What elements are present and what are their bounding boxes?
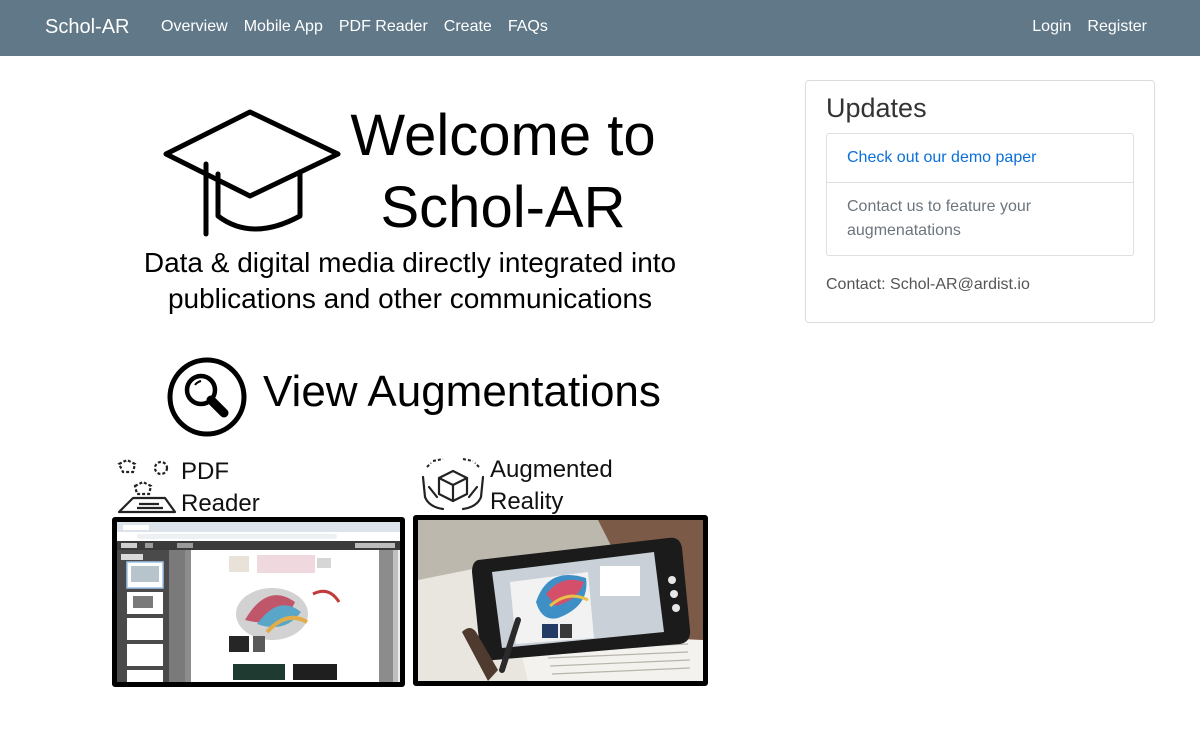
- nav-register[interactable]: Register: [1087, 18, 1147, 36]
- demo-paper-link[interactable]: Check out our demo paper: [847, 149, 1036, 166]
- nav-links: Overview Mobile App PDF Reader Create FA…: [161, 18, 548, 36]
- augmented-reality-label: Augmented Reality: [490, 454, 613, 518]
- updates-card: Updates Check out our demo paper Contact…: [805, 80, 1155, 323]
- ar-preview-image: [418, 520, 703, 681]
- pdf-label-line-1: PDF: [181, 458, 229, 485]
- list-item: Check out our demo paper: [827, 134, 1133, 183]
- nav-faqs[interactable]: FAQs: [508, 18, 548, 36]
- ar-label-line-1: Augmented: [490, 456, 613, 483]
- welcome-line-1: Welcome to: [350, 103, 656, 168]
- pdf-reader-label: PDF Reader: [181, 456, 260, 520]
- list-item: Contact us to feature your augmenatation…: [847, 198, 1032, 239]
- nav-pdf-reader[interactable]: PDF Reader: [339, 18, 428, 36]
- tagline-line-2: publications and other communications: [167, 283, 653, 314]
- nav-login[interactable]: Login: [1032, 18, 1071, 36]
- pdf-reader-preview-image: [117, 522, 400, 682]
- pdf-reader-screenshot[interactable]: [112, 517, 405, 687]
- top-navbar: Schol-AR Overview Mobile App PDF Reader …: [0, 0, 1200, 56]
- augmented-reality-photo[interactable]: [413, 515, 708, 686]
- ar-label-line-2: Reality: [490, 488, 564, 515]
- welcome-heading: Welcome to Schol-AR: [340, 100, 666, 244]
- magnifying-glass-icon: [167, 357, 247, 437]
- updates-title: Updates: [826, 93, 927, 123]
- hero-tagline: Data & digital media directly integrated…: [105, 245, 715, 317]
- pdf-reader-icon: [117, 458, 177, 514]
- brand-link[interactable]: Schol-AR: [45, 16, 129, 39]
- contact-email: Contact: Schol-AR@ardist.io: [826, 276, 1030, 293]
- graduation-cap-icon: [163, 109, 341, 237]
- nav-mobile-app[interactable]: Mobile App: [244, 18, 323, 36]
- view-augmentations-heading: View Augmentations: [263, 367, 661, 416]
- updates-list: Check out our demo paper Contact us to f…: [826, 133, 1134, 256]
- tagline-line-1: Data & digital media directly integrated…: [143, 247, 677, 278]
- welcome-line-2: Schol-AR: [380, 175, 626, 240]
- ar-hands-cube-icon: [421, 458, 485, 511]
- pdf-label-line-2: Reader: [181, 490, 260, 517]
- nav-create[interactable]: Create: [444, 18, 492, 36]
- nav-overview[interactable]: Overview: [161, 18, 228, 36]
- nav-account-links: Login Register: [1032, 18, 1147, 36]
